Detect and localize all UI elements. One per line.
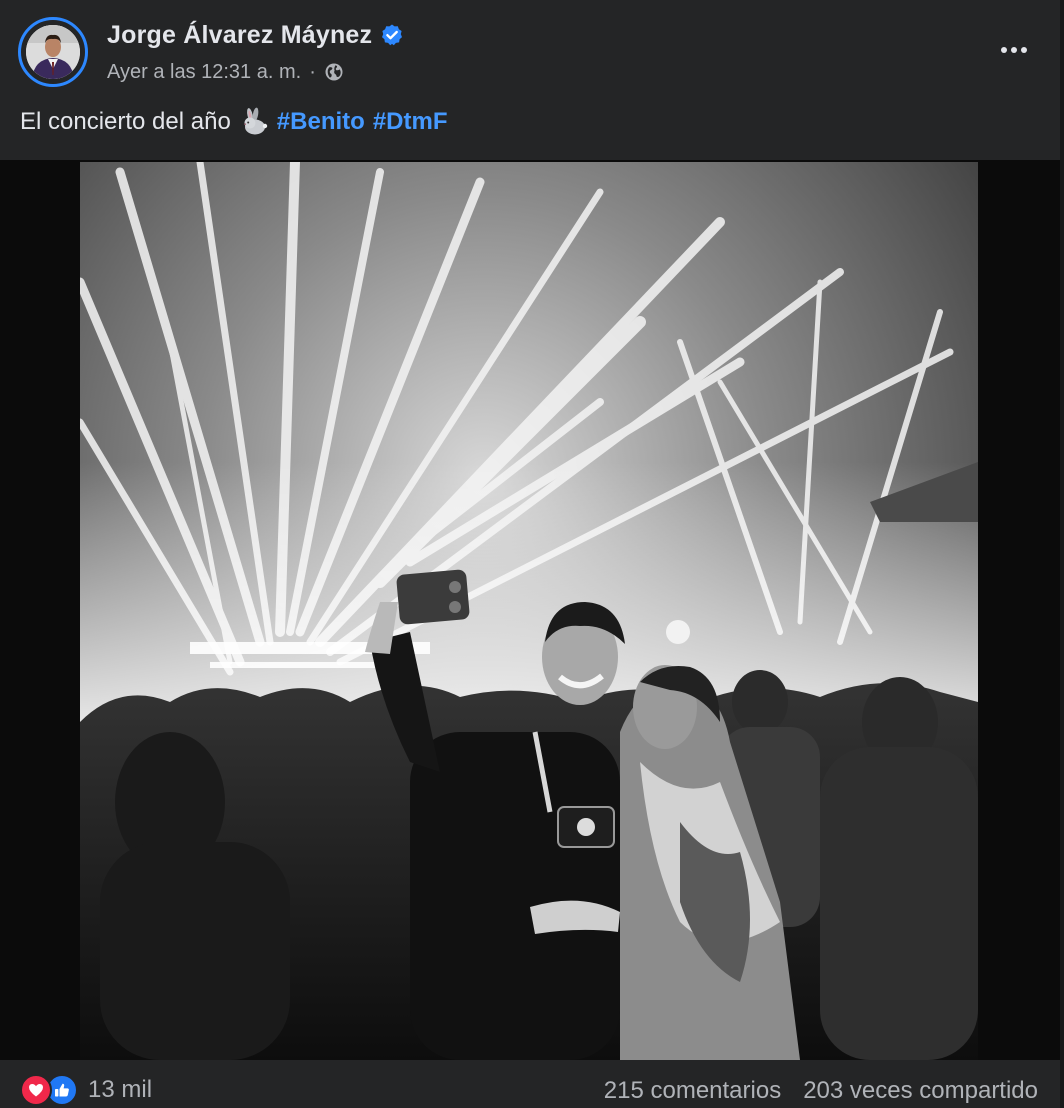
hashtag-link[interactable]: #Benito	[277, 108, 365, 136]
dot-icon	[1011, 47, 1017, 53]
author-name[interactable]: Jorge Álvarez Máynez	[107, 21, 372, 50]
hashtag-link[interactable]: #DtmF	[373, 108, 448, 136]
dot-icon	[1001, 47, 1007, 53]
post-media	[0, 160, 1060, 1060]
engagement-stats: 215 comentarios 203 veces compartido	[604, 1074, 1038, 1108]
more-options-button[interactable]	[992, 30, 1036, 70]
post-photo[interactable]	[80, 162, 978, 1060]
dot-icon	[1021, 47, 1027, 53]
reactions-summary[interactable]: 13 mil	[20, 1072, 152, 1108]
shares-count-link[interactable]: 203 veces compartido	[803, 1077, 1038, 1105]
post-meta: Ayer a las 12:31 a. m. ·	[107, 58, 344, 86]
author-avatar[interactable]	[18, 17, 88, 87]
verified-badge-icon	[380, 23, 404, 47]
love-reaction-icon	[20, 1074, 52, 1106]
globe-icon[interactable]	[324, 62, 344, 82]
avatar-image	[26, 25, 80, 79]
post-footer: 13 mil 215 comentarios 203 veces compart…	[0, 1060, 1060, 1108]
author-info: Jorge Álvarez Máynez	[107, 19, 404, 51]
comments-count-link[interactable]: 215 comentarios	[604, 1077, 781, 1105]
post-caption: El concierto del año #Benito #DtmF	[20, 104, 447, 140]
post-header: Jorge Álvarez Máynez Ayer a las 12:31 a.…	[0, 0, 1060, 98]
facebook-post: Jorge Álvarez Máynez Ayer a las 12:31 a.…	[0, 0, 1064, 1108]
caption-text: El concierto del año	[20, 108, 231, 135]
reaction-count: 13 mil	[88, 1076, 153, 1103]
post-timestamp[interactable]: Ayer a las 12:31 a. m.	[107, 61, 301, 84]
meta-separator: ·	[309, 60, 316, 83]
rabbit-icon	[239, 107, 269, 137]
